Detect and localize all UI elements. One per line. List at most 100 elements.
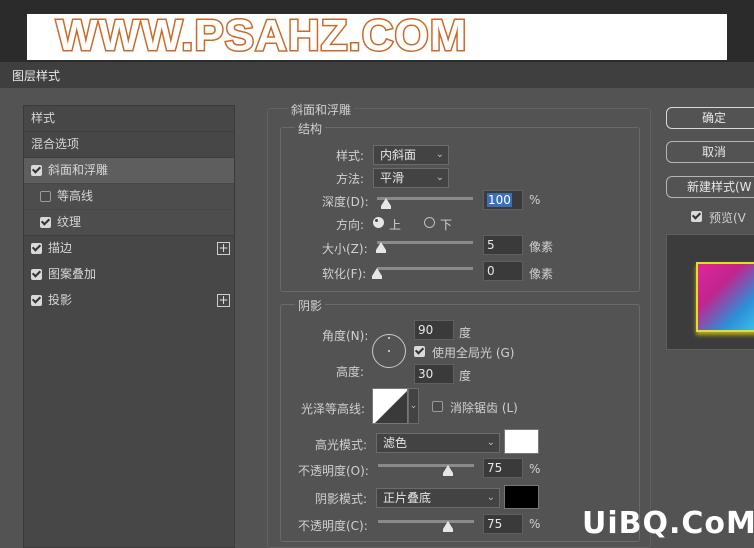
shadow-color-swatch[interactable] [504,485,539,509]
checkbox-pattern-overlay[interactable] [31,269,42,280]
structure-title: 结构 [295,120,326,137]
highlight-opacity-input[interactable]: 75 [483,458,523,478]
chevron-down-icon[interactable]: ⌄ [408,388,419,424]
list-item-label: 样式 [31,111,56,125]
list-item-label: 混合选项 [31,137,80,151]
checkbox-texture[interactable] [40,217,51,228]
highlight-mode-select[interactable]: 滤色 ⌄ [376,433,500,453]
shadow-mode-select[interactable]: 正片叠底 ⌄ [376,488,500,508]
depth-value: 100 [487,193,512,207]
checkbox-bevel-emboss[interactable] [31,165,42,176]
list-item-styles[interactable]: 样式 [24,106,234,132]
list-item-label: 描边 [48,241,73,255]
new-style-button[interactable]: 新建样式(W [666,176,754,198]
angle-label: 角度(N): [322,329,369,343]
list-item-label: 斜面和浮雕 [48,163,109,177]
method-select[interactable]: 平滑 ⌄ [373,168,449,188]
watermark-text: WWW.PSAHZ.COM [54,10,468,61]
altitude-input[interactable]: 30 [414,364,454,384]
angle-input[interactable]: 90 [414,320,454,340]
chevron-down-icon: ⌄ [486,492,495,503]
altitude-label: 高度: [336,365,365,379]
size-input[interactable]: 5 [483,235,523,255]
list-item-bevel-emboss[interactable]: 斜面和浮雕 [24,158,234,183]
size-slider-track[interactable] [377,241,473,244]
preview-checkbox[interactable] [691,211,702,222]
list-item-stroke[interactable]: 描边 + [24,236,234,261]
highlight-opacity-unit: % [529,462,541,476]
watermark-logo: UiBQ.CoM [582,506,754,541]
list-item-contour[interactable]: 等高线 [24,184,234,209]
list-item-label: 图案叠加 [48,267,97,281]
section-title: 斜面和浮雕 [288,101,355,118]
soften-label: 软化(F): [322,267,367,281]
soften-slider-track[interactable] [377,267,473,270]
shadow-opacity-input[interactable]: 75 [483,514,523,534]
method-value: 平滑 [380,171,405,185]
size-unit: 像素 [529,240,554,254]
method-label: 方法: [336,172,365,186]
direction-up-radio[interactable] [373,217,384,228]
contour-curve-icon [375,391,407,423]
highlight-opacity-label: 不透明度(O): [298,464,369,478]
highlight-opacity-thumb[interactable] [443,465,453,476]
direction-down-label: 下 [440,218,453,232]
list-item-label: 投影 [48,293,73,307]
list-item-label: 纹理 [57,215,82,229]
title-bar[interactable] [0,62,754,88]
chevron-down-icon: ⌄ [486,437,495,448]
shadow-opacity-thumb[interactable] [443,521,453,532]
checkbox-stroke[interactable] [31,243,42,254]
list-item-texture[interactable]: 纹理 [24,210,234,236]
style-label: 样式: [336,149,365,163]
ok-button[interactable]: 确定 [666,107,754,129]
depth-slider-thumb[interactable] [381,198,391,209]
highlight-mode-label: 高光模式: [315,438,368,452]
anti-alias-label: 消除锯齿 (L) [450,401,518,415]
shadow-mode-value: 正片叠底 [383,491,432,505]
global-light-checkbox[interactable] [414,346,425,357]
style-select[interactable]: 内斜面 ⌄ [373,145,449,165]
depth-slider-track[interactable] [377,197,473,200]
global-light-label: 使用全局光 (G) [432,346,515,360]
soften-unit: 像素 [529,267,554,281]
size-label: 大小(Z): [322,242,368,256]
checkbox-contour[interactable] [40,191,51,202]
soften-slider-thumb[interactable] [372,268,382,279]
highlight-opacity-track[interactable] [378,464,474,467]
anti-alias-checkbox[interactable] [432,401,443,412]
list-item-blending-options[interactable]: 混合选项 [24,132,234,158]
direction-up-label: 上 [389,218,402,232]
shadow-opacity-track[interactable] [378,520,474,523]
shadow-opacity-unit: % [529,517,541,531]
cancel-button[interactable]: 取消 [666,141,754,163]
size-slider-thumb[interactable] [376,242,386,253]
list-item-label: 等高线 [57,189,94,203]
direction-label: 方向: [336,218,365,232]
gloss-contour-picker[interactable] [372,388,408,424]
window-title: 图层样式 [12,69,61,83]
plus-icon[interactable]: + [217,242,230,255]
highlight-color-swatch[interactable] [504,429,539,454]
shadow-mode-label: 阴影模式: [315,492,368,506]
checkbox-drop-shadow[interactable] [31,295,42,306]
soften-input[interactable]: 0 [483,261,523,281]
list-item-drop-shadow[interactable]: 投影 + [24,288,234,313]
depth-label: 深度(D): [322,195,369,209]
highlight-mode-value: 滤色 [383,436,408,450]
plus-icon[interactable]: + [217,294,230,307]
depth-unit: % [529,193,541,207]
chevron-down-icon: ⌄ [435,172,444,183]
direction-down-radio[interactable] [424,217,435,228]
depth-input[interactable]: 100 [483,190,523,210]
list-item-pattern-overlay[interactable]: 图案叠加 [24,262,234,287]
style-value: 内斜面 [380,148,417,162]
shadow-opacity-label: 不透明度(C): [298,519,368,533]
angle-dial[interactable] [372,334,406,368]
preview-thumbnail [696,262,754,332]
angle-unit: 度 [459,326,472,340]
gloss-contour-label: 光泽等高线: [301,402,366,416]
chevron-down-icon: ⌄ [435,149,444,160]
preview-label: 预览(V [709,211,746,225]
altitude-unit: 度 [459,369,472,383]
